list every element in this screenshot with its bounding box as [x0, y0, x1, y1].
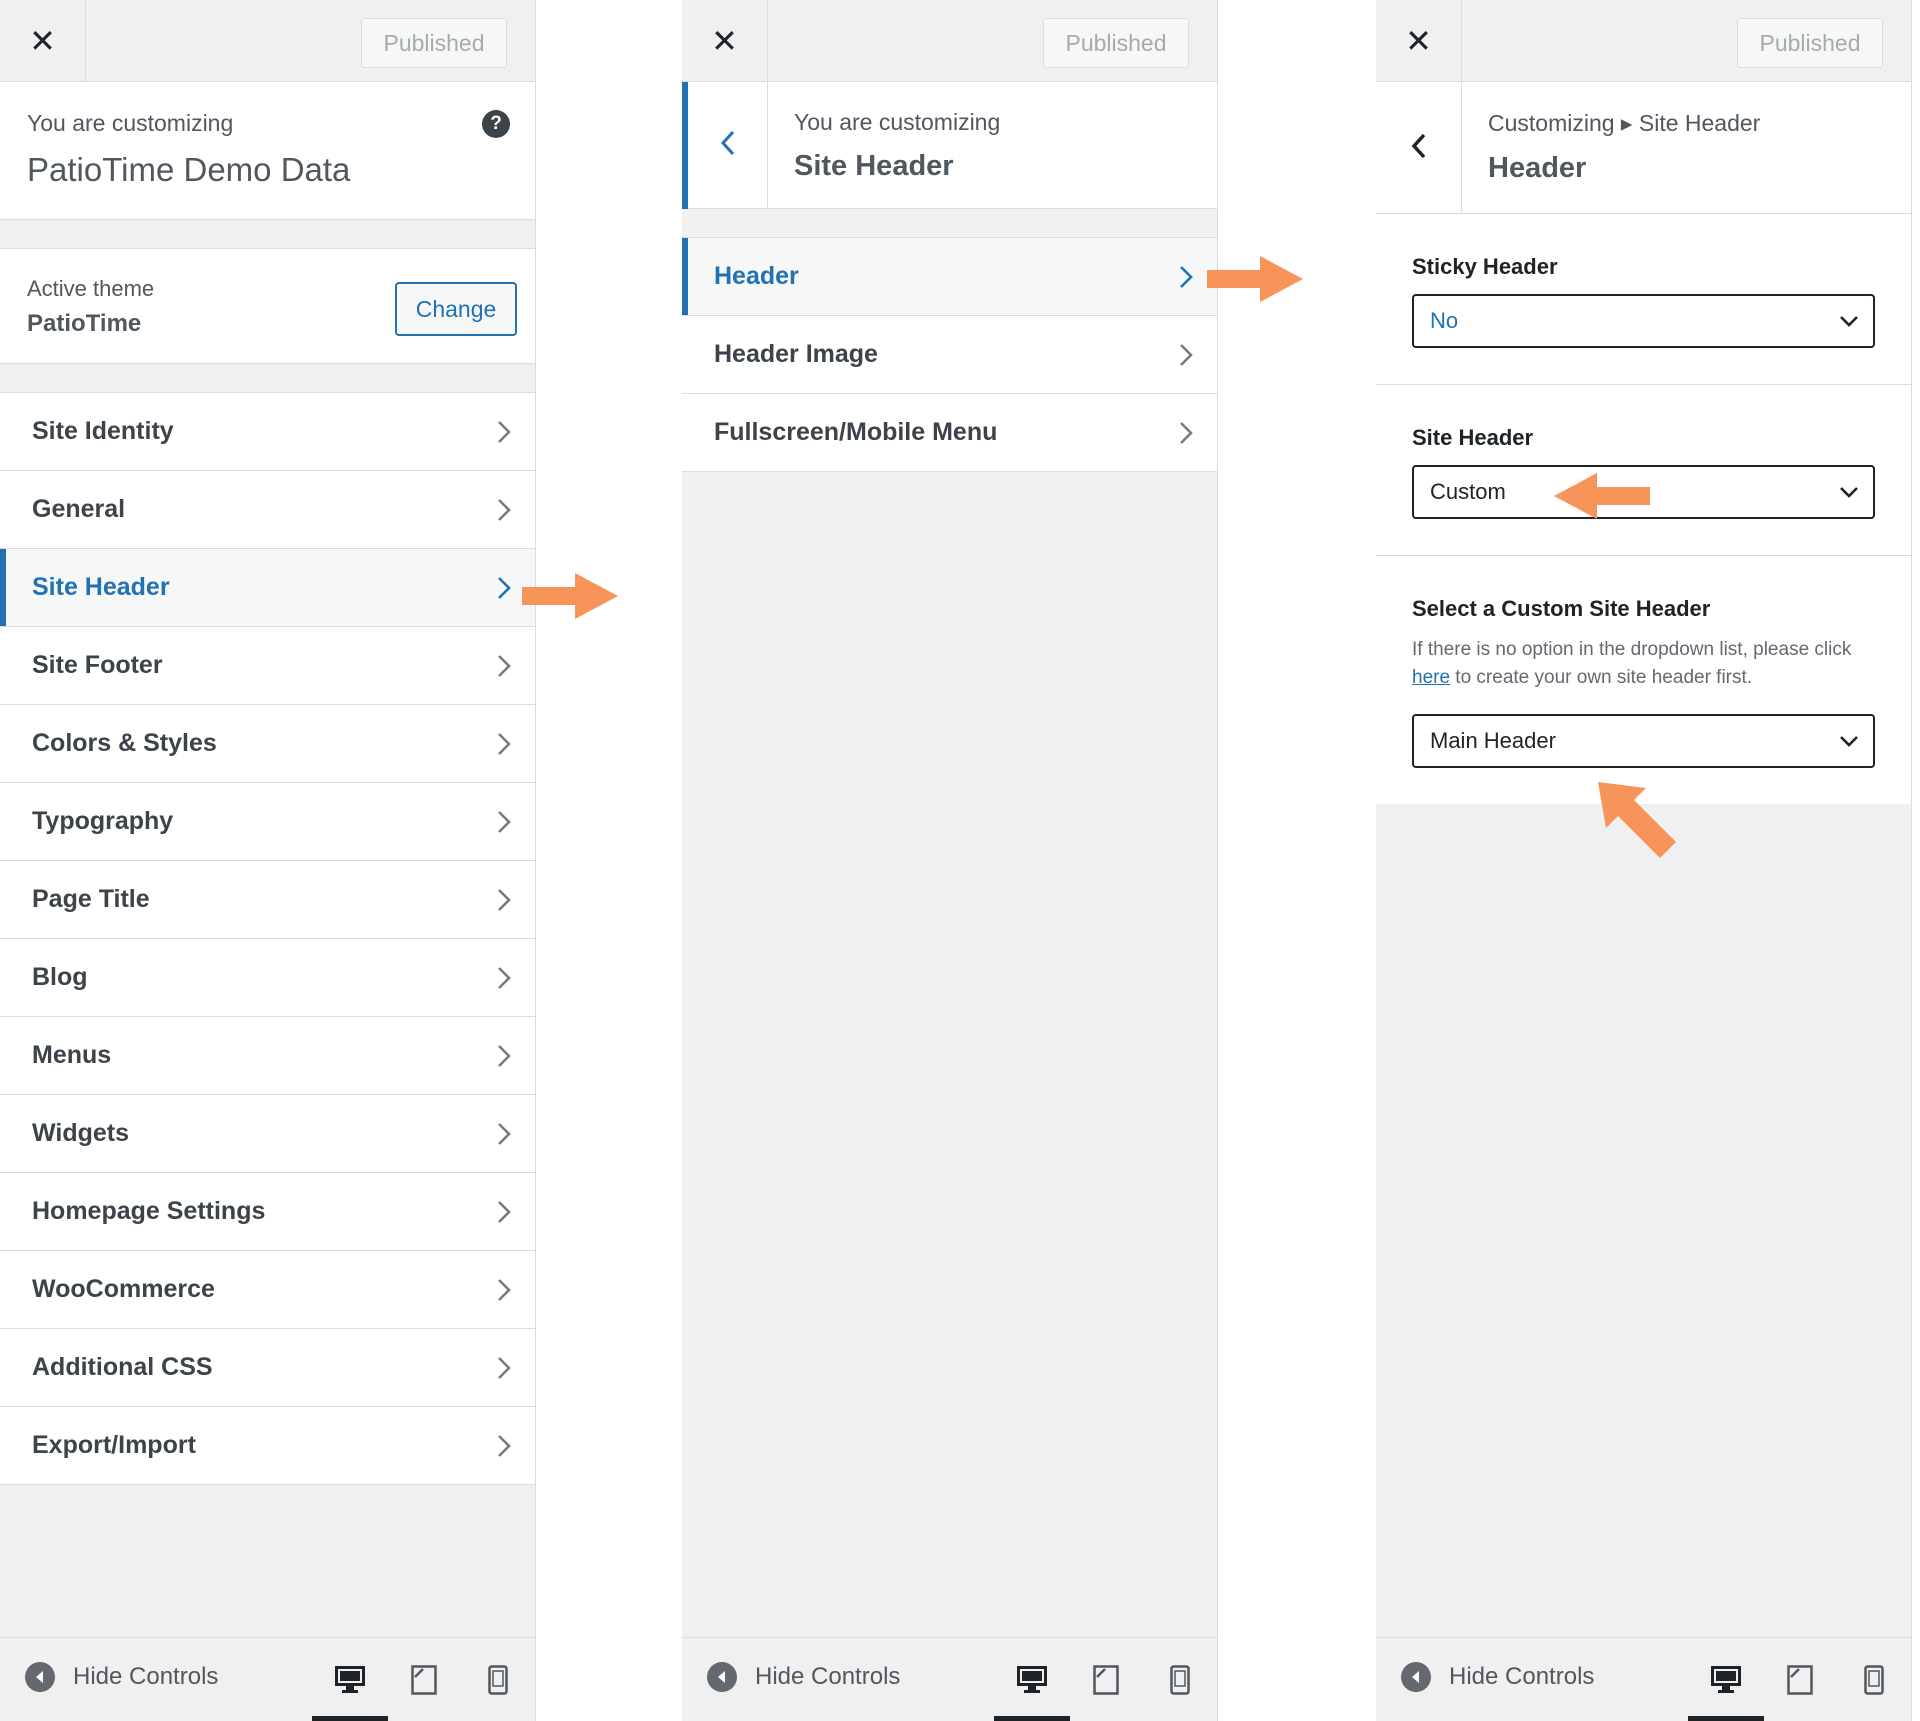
mobile-preview-icon[interactable] [460, 1656, 536, 1704]
menu-item-header[interactable]: Header [682, 238, 1217, 316]
customizer-footer: Hide Controls [0, 1637, 535, 1721]
customizing-info: You are customizing PatioTime Demo Data … [0, 82, 535, 220]
chevron-right-icon [1179, 394, 1193, 472]
menu-item-general[interactable]: General [0, 471, 535, 549]
help-icon[interactable]: ? [482, 110, 510, 138]
chevron-right-icon [497, 627, 511, 705]
section-header: Customizing ▸ Site Header Header [1376, 82, 1911, 214]
menu-item-header-image[interactable]: Header Image [682, 316, 1217, 394]
section-menu: Header Header Image Fullscreen/Mobile Me… [682, 237, 1217, 472]
sticky-header-label: Sticky Header [1412, 254, 1558, 279]
breadcrumb: Customizing ▸ Site Header [1488, 110, 1761, 136]
top-bar: ✕ Published [1376, 0, 1911, 82]
chevron-right-icon [497, 393, 511, 471]
chevron-right-icon [497, 1251, 511, 1329]
custom-site-header-label: Select a Custom Site Header [1412, 596, 1711, 621]
customizer-footer: Hide Controls [1376, 1637, 1911, 1721]
published-button[interactable]: Published [1043, 18, 1189, 68]
desktop-preview-icon[interactable] [1688, 1656, 1764, 1721]
desktop-preview-icon[interactable] [312, 1656, 388, 1721]
custom-site-header-description: If there is no option in the dropdown li… [1412, 639, 1852, 688]
chevron-right-icon [497, 705, 511, 783]
section-title: Site Header [794, 150, 954, 182]
collapse-icon [25, 1662, 55, 1692]
section-header: You are customizing Site Header [682, 82, 1217, 209]
sticky-header-control: Sticky Header No [1376, 214, 1911, 385]
chevron-right-icon [497, 549, 511, 627]
chevron-down-icon [1839, 716, 1859, 766]
menu-item-fullscreen-mobile-menu[interactable]: Fullscreen/Mobile Menu [682, 394, 1217, 472]
chevron-left-icon [720, 130, 736, 161]
chevron-right-icon [497, 939, 511, 1017]
chevron-right-icon [1179, 316, 1193, 394]
menu-item-site-header[interactable]: Site Header [0, 549, 535, 627]
create-header-link[interactable]: here [1412, 667, 1450, 688]
chevron-right-icon [497, 1173, 511, 1251]
hide-controls-button[interactable]: Hide Controls [1401, 1662, 1594, 1692]
menu-item-colors-styles[interactable]: Colors & Styles [0, 705, 535, 783]
mobile-preview-icon[interactable] [1836, 1656, 1912, 1704]
collapse-icon [707, 1662, 737, 1692]
chevron-right-icon [497, 471, 511, 549]
desktop-preview-icon[interactable] [994, 1656, 1070, 1721]
customizing-label: You are customizing [794, 109, 1001, 135]
published-button[interactable]: Published [361, 18, 507, 68]
tablet-preview-icon[interactable] [386, 1656, 462, 1704]
change-theme-button[interactable]: Change [395, 282, 517, 336]
menu-item-typography[interactable]: Typography [0, 783, 535, 861]
site-title: PatioTime Demo Data [27, 151, 351, 188]
menu-item-homepage-settings[interactable]: Homepage Settings [0, 1173, 535, 1251]
collapse-icon [1401, 1662, 1431, 1692]
menu-item-woocommerce[interactable]: WooCommerce [0, 1251, 535, 1329]
annotation-arrow-up-left [1598, 782, 1676, 858]
customizer-menu: Site Identity General Site Header Site F… [0, 392, 535, 1485]
menu-item-export-import[interactable]: Export/Import [0, 1407, 535, 1485]
annotation-arrow-right [522, 573, 618, 619]
customizer-footer: Hide Controls [682, 1637, 1217, 1721]
customizing-label: You are customizing [27, 110, 234, 136]
close-icon[interactable]: ✕ [682, 0, 768, 82]
menu-item-widgets[interactable]: Widgets [0, 1095, 535, 1173]
menu-item-blog[interactable]: Blog [0, 939, 535, 1017]
active-theme-section: Active theme PatioTime Change [0, 248, 535, 364]
close-icon[interactable]: ✕ [1376, 0, 1462, 82]
back-button[interactable] [682, 82, 768, 209]
menu-item-site-identity[interactable]: Site Identity [0, 393, 535, 471]
menu-item-additional-css[interactable]: Additional CSS [0, 1329, 535, 1407]
mobile-preview-icon[interactable] [1142, 1656, 1218, 1704]
chevron-right-icon [1179, 238, 1193, 316]
chevron-right-icon [497, 783, 511, 861]
sticky-header-select[interactable]: No [1412, 294, 1875, 348]
tablet-preview-icon[interactable] [1068, 1656, 1144, 1704]
menu-item-site-footer[interactable]: Site Footer [0, 627, 535, 705]
hide-controls-button[interactable]: Hide Controls [707, 1662, 900, 1692]
back-button[interactable] [1376, 82, 1462, 214]
menu-item-page-title[interactable]: Page Title [0, 861, 535, 939]
menu-item-menus[interactable]: Menus [0, 1017, 535, 1095]
chevron-down-icon [1839, 467, 1859, 517]
chevron-down-icon [1839, 296, 1859, 346]
customizer-panel-site-header: ✕ Published You are customizing Site Hea… [682, 0, 1218, 1721]
chevron-right-icon [497, 1407, 511, 1485]
chevron-right-icon [497, 861, 511, 939]
hide-controls-button[interactable]: Hide Controls [25, 1662, 218, 1692]
section-title: Header [1488, 152, 1587, 184]
chevron-right-icon [497, 1095, 511, 1173]
chevron-right-icon [497, 1017, 511, 1095]
close-icon[interactable]: ✕ [0, 0, 86, 82]
site-header-label: Site Header [1412, 425, 1534, 450]
customizer-panel-main: ✕ Published You are customizing PatioTim… [0, 0, 536, 1721]
annotation-arrow-right [1207, 256, 1303, 302]
tablet-preview-icon[interactable] [1762, 1656, 1838, 1704]
top-bar: ✕ Published [0, 0, 535, 82]
chevron-left-icon [1411, 133, 1427, 164]
annotation-arrow-left [1554, 473, 1650, 519]
custom-site-header-control: Select a Custom Site Header If there is … [1376, 556, 1911, 804]
top-bar: ✕ Published [682, 0, 1217, 82]
published-button[interactable]: Published [1737, 18, 1883, 68]
chevron-right-icon [497, 1329, 511, 1407]
custom-site-header-select[interactable]: Main Header [1412, 714, 1875, 768]
